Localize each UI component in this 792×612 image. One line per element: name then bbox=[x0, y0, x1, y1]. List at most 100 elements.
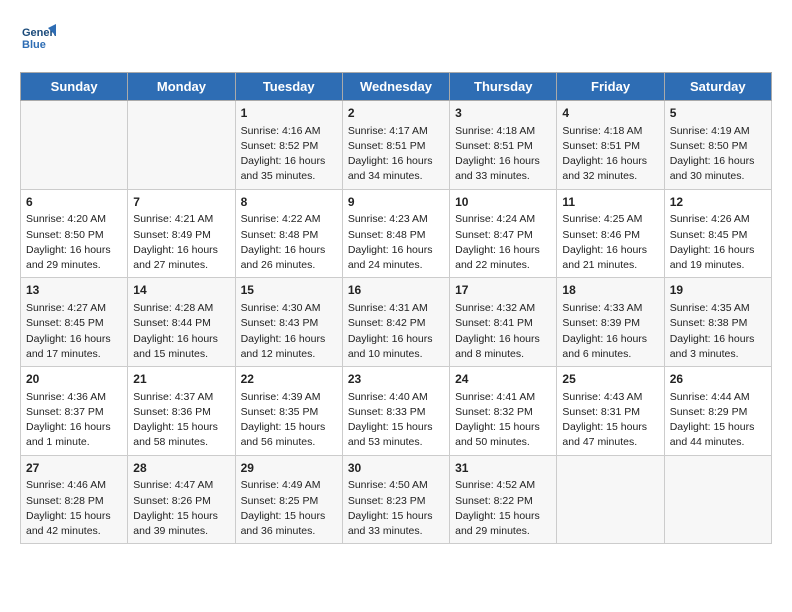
calendar-cell: 2Sunrise: 4:17 AM Sunset: 8:51 PM Daylig… bbox=[342, 101, 449, 190]
logo-icon: General Blue bbox=[20, 20, 56, 56]
calendar-cell: 23Sunrise: 4:40 AM Sunset: 8:33 PM Dayli… bbox=[342, 367, 449, 456]
day-info: Sunrise: 4:30 AM Sunset: 8:43 PM Dayligh… bbox=[241, 301, 337, 362]
day-number: 29 bbox=[241, 460, 337, 477]
calendar-cell: 15 Sunrise: 4:30 AM Sunset: 8:43 PM Dayli… bbox=[235, 278, 342, 367]
day-number: 18 bbox=[562, 282, 658, 299]
day-number: 17 bbox=[455, 282, 551, 299]
calendar-cell: 16 Sunrise: 4:31 AM Sunset: 8:42 PM Dayli… bbox=[342, 278, 449, 367]
day-info: Sunrise: 4:40 AM Sunset: 8:33 PM Dayligh… bbox=[348, 390, 444, 451]
calendar-cell: 17 Sunrise: 4:32 AM Sunset: 8:41 PM Dayli… bbox=[450, 278, 557, 367]
calendar-cell bbox=[21, 101, 128, 190]
day-info: Sunrise: 4:18 AM Sunset: 8:51 PM Dayligh… bbox=[562, 124, 658, 185]
day-header-thursday: Thursday bbox=[450, 73, 557, 101]
calendar-cell: 28Sunrise: 4:47 AM Sunset: 8:26 PM Dayli… bbox=[128, 455, 235, 544]
calendar-cell: 25 Sunrise: 4:43 AM Sunset: 8:31 PM Dayli… bbox=[557, 367, 664, 456]
day-number: 25 bbox=[562, 371, 658, 388]
day-info: Sunrise: 4:50 AM Sunset: 8:23 PM Dayligh… bbox=[348, 478, 444, 539]
day-number: 30 bbox=[348, 460, 444, 477]
calendar-cell: 29Sunrise: 4:49 AM Sunset: 8:25 PM Dayli… bbox=[235, 455, 342, 544]
calendar-cell: 5 Sunrise: 4:19 AM Sunset: 8:50 PM Daylig… bbox=[664, 101, 771, 190]
day-info: Sunrise: 4:37 AM Sunset: 8:36 PM Dayligh… bbox=[133, 390, 229, 451]
calendar-week-row: 6Sunrise: 4:20 AM Sunset: 8:50 PM Daylig… bbox=[21, 189, 772, 278]
calendar-cell: 26 Sunrise: 4:44 AM Sunset: 8:29 PM Dayli… bbox=[664, 367, 771, 456]
calendar-cell: 3Sunrise: 4:18 AM Sunset: 8:51 PM Daylig… bbox=[450, 101, 557, 190]
logo: General Blue bbox=[20, 20, 60, 56]
day-number: 21 bbox=[133, 371, 229, 388]
day-number: 10 bbox=[455, 194, 551, 211]
day-number: 22 bbox=[241, 371, 337, 388]
day-number: 1 bbox=[241, 105, 337, 122]
day-info: Sunrise: 4:44 AM Sunset: 8:29 PM Dayligh… bbox=[670, 390, 766, 451]
day-info: Sunrise: 4:21 AM Sunset: 8:49 PM Dayligh… bbox=[133, 212, 229, 273]
day-info: Sunrise: 4:33 AM Sunset: 8:39 PM Dayligh… bbox=[562, 301, 658, 362]
calendar-week-row: 13 Sunrise: 4:27 AM Sunset: 8:45 PM Dayli… bbox=[21, 278, 772, 367]
day-number: 3 bbox=[455, 105, 551, 122]
calendar-cell bbox=[664, 455, 771, 544]
day-number: 19 bbox=[670, 282, 766, 299]
calendar-cell bbox=[557, 455, 664, 544]
calendar-cell: 4 Sunrise: 4:18 AM Sunset: 8:51 PM Daylig… bbox=[557, 101, 664, 190]
calendar-cell: 10Sunrise: 4:24 AM Sunset: 8:47 PM Dayli… bbox=[450, 189, 557, 278]
day-info: Sunrise: 4:19 AM Sunset: 8:50 PM Dayligh… bbox=[670, 124, 766, 185]
day-number: 12 bbox=[670, 194, 766, 211]
day-header-saturday: Saturday bbox=[664, 73, 771, 101]
calendar-header-row: SundayMondayTuesdayWednesdayThursdayFrid… bbox=[21, 73, 772, 101]
day-number: 15 bbox=[241, 282, 337, 299]
calendar-week-row: 20 Sunrise: 4:36 AM Sunset: 8:37 PM Dayli… bbox=[21, 367, 772, 456]
calendar-cell: 13 Sunrise: 4:27 AM Sunset: 8:45 PM Dayli… bbox=[21, 278, 128, 367]
day-info: Sunrise: 4:32 AM Sunset: 8:41 PM Dayligh… bbox=[455, 301, 551, 362]
day-info: Sunrise: 4:35 AM Sunset: 8:38 PM Dayligh… bbox=[670, 301, 766, 362]
calendar-cell: 21 Sunrise: 4:37 AM Sunset: 8:36 PM Dayli… bbox=[128, 367, 235, 456]
day-number: 16 bbox=[348, 282, 444, 299]
day-header-sunday: Sunday bbox=[21, 73, 128, 101]
calendar-cell: 1Sunrise: 4:16 AM Sunset: 8:52 PM Daylig… bbox=[235, 101, 342, 190]
day-info: Sunrise: 4:43 AM Sunset: 8:31 PM Dayligh… bbox=[562, 390, 658, 451]
calendar-cell: 27Sunrise: 4:46 AM Sunset: 8:28 PM Dayli… bbox=[21, 455, 128, 544]
calendar-cell: 9Sunrise: 4:23 AM Sunset: 8:48 PM Daylig… bbox=[342, 189, 449, 278]
day-number: 26 bbox=[670, 371, 766, 388]
calendar-cell: 31Sunrise: 4:52 AM Sunset: 8:22 PM Dayli… bbox=[450, 455, 557, 544]
day-info: Sunrise: 4:23 AM Sunset: 8:48 PM Dayligh… bbox=[348, 212, 444, 273]
calendar-week-row: 27Sunrise: 4:46 AM Sunset: 8:28 PM Dayli… bbox=[21, 455, 772, 544]
day-info: Sunrise: 4:27 AM Sunset: 8:45 PM Dayligh… bbox=[26, 301, 122, 362]
day-number: 4 bbox=[562, 105, 658, 122]
day-number: 27 bbox=[26, 460, 122, 477]
day-number: 7 bbox=[133, 194, 229, 211]
day-header-wednesday: Wednesday bbox=[342, 73, 449, 101]
calendar-cell bbox=[128, 101, 235, 190]
calendar-cell: 19 Sunrise: 4:35 AM Sunset: 8:38 PM Dayli… bbox=[664, 278, 771, 367]
day-info: Sunrise: 4:36 AM Sunset: 8:37 PM Dayligh… bbox=[26, 390, 122, 451]
day-number: 5 bbox=[670, 105, 766, 122]
day-number: 24 bbox=[455, 371, 551, 388]
day-header-tuesday: Tuesday bbox=[235, 73, 342, 101]
calendar-cell: 18 Sunrise: 4:33 AM Sunset: 8:39 PM Dayli… bbox=[557, 278, 664, 367]
day-info: Sunrise: 4:39 AM Sunset: 8:35 PM Dayligh… bbox=[241, 390, 337, 451]
day-number: 11 bbox=[562, 194, 658, 211]
day-header-monday: Monday bbox=[128, 73, 235, 101]
calendar-table: SundayMondayTuesdayWednesdayThursdayFrid… bbox=[20, 72, 772, 544]
day-info: Sunrise: 4:46 AM Sunset: 8:28 PM Dayligh… bbox=[26, 478, 122, 539]
day-info: Sunrise: 4:17 AM Sunset: 8:51 PM Dayligh… bbox=[348, 124, 444, 185]
day-number: 14 bbox=[133, 282, 229, 299]
day-header-friday: Friday bbox=[557, 73, 664, 101]
day-info: Sunrise: 4:28 AM Sunset: 8:44 PM Dayligh… bbox=[133, 301, 229, 362]
day-number: 8 bbox=[241, 194, 337, 211]
day-info: Sunrise: 4:41 AM Sunset: 8:32 PM Dayligh… bbox=[455, 390, 551, 451]
day-info: Sunrise: 4:31 AM Sunset: 8:42 PM Dayligh… bbox=[348, 301, 444, 362]
day-number: 31 bbox=[455, 460, 551, 477]
day-number: 28 bbox=[133, 460, 229, 477]
day-info: Sunrise: 4:25 AM Sunset: 8:46 PM Dayligh… bbox=[562, 212, 658, 273]
day-info: Sunrise: 4:52 AM Sunset: 8:22 PM Dayligh… bbox=[455, 478, 551, 539]
calendar-cell: 11Sunrise: 4:25 AM Sunset: 8:46 PM Dayli… bbox=[557, 189, 664, 278]
calendar-cell: 20 Sunrise: 4:36 AM Sunset: 8:37 PM Dayli… bbox=[21, 367, 128, 456]
day-number: 9 bbox=[348, 194, 444, 211]
day-number: 20 bbox=[26, 371, 122, 388]
calendar-cell: 24 Sunrise: 4:41 AM Sunset: 8:32 PM Dayli… bbox=[450, 367, 557, 456]
day-info: Sunrise: 4:22 AM Sunset: 8:48 PM Dayligh… bbox=[241, 212, 337, 273]
page-header: General Blue bbox=[20, 20, 772, 56]
day-number: 13 bbox=[26, 282, 122, 299]
calendar-cell: 12Sunrise: 4:26 AM Sunset: 8:45 PM Dayli… bbox=[664, 189, 771, 278]
day-number: 6 bbox=[26, 194, 122, 211]
day-info: Sunrise: 4:49 AM Sunset: 8:25 PM Dayligh… bbox=[241, 478, 337, 539]
calendar-cell: 30Sunrise: 4:50 AM Sunset: 8:23 PM Dayli… bbox=[342, 455, 449, 544]
